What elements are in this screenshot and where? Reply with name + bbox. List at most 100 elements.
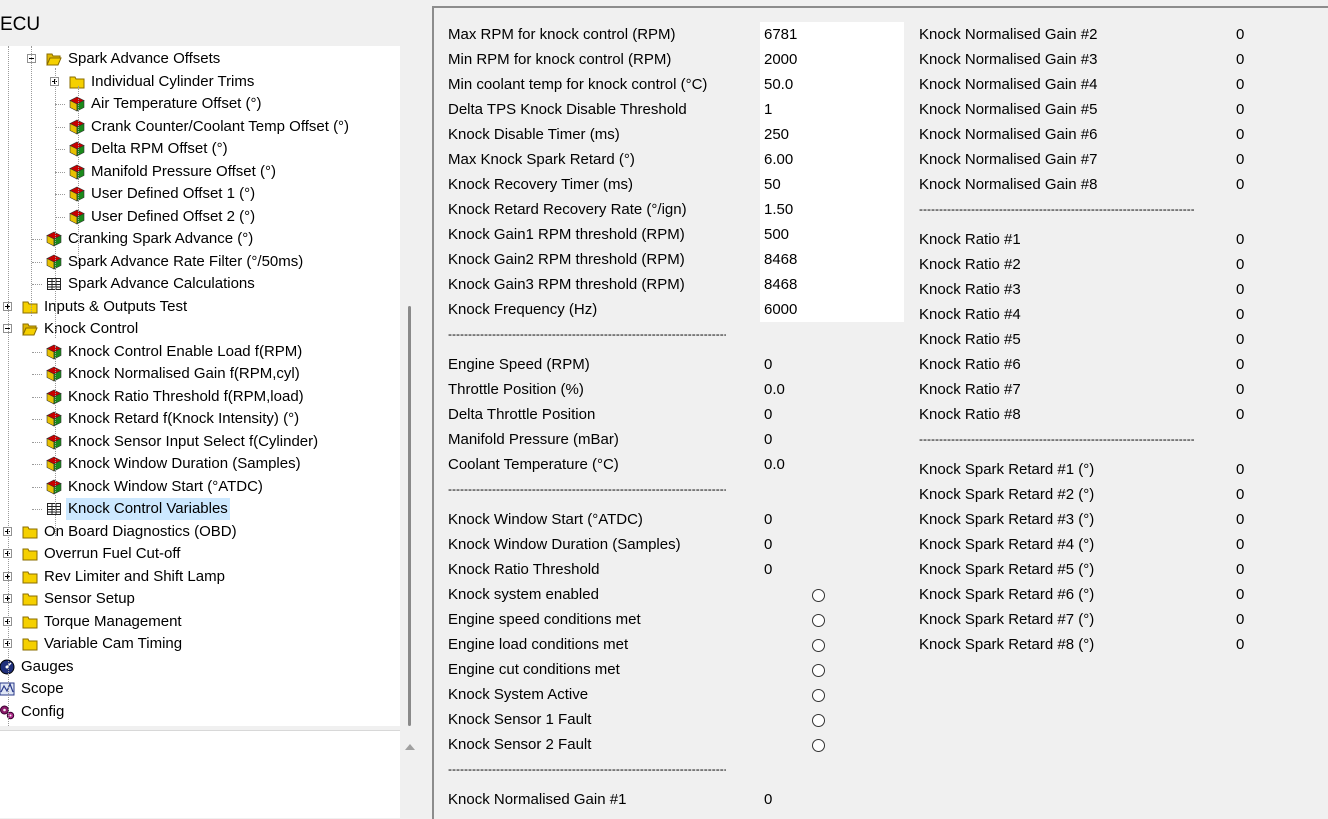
lower-scrollbar[interactable] [400,730,420,817]
variable-label: Manifold Pressure (mBar) [448,431,619,448]
tree-item-label: Knock Sensor Input Select f(Cylinder) [68,432,319,450]
cube-icon [69,119,85,135]
variable-value: 0 [1236,151,1245,168]
setting-value-field[interactable]: 6.00 [764,147,793,172]
scrollbar-thumb[interactable] [408,306,411,726]
variable-label: Knock Recovery Timer (ms) [448,176,634,193]
cube-icon [69,141,85,157]
tree-connector [32,351,42,353]
tree-connector [32,284,42,285]
variable-value: 0 [1236,586,1245,603]
tree-root-label: ECU [0,14,41,35]
setting-value-field[interactable]: 8468 [764,272,797,297]
tree-guide-line [78,86,79,266]
tree-item-label: Delta RPM Offset (°) [91,140,228,157]
variable-label: Max RPM for knock control (RPM) [448,26,676,43]
tree-connector [32,419,42,420]
tree-item-label: Config [21,702,65,720]
tree-item-label: Knock Control Variables [66,498,230,520]
cube-icon [46,366,62,382]
variable-value: 0 [1236,101,1245,118]
tree-item-label: Inputs & Outputs Test [44,297,188,315]
ecu-tree[interactable]: Spark Advance Offsets Individual Cylinder… [0,46,400,726]
status-indicator-radio [812,739,825,752]
tree-item-label: Cranking Spark Advance (°) [68,230,254,247]
tree-item-label: Sensor Setup [44,590,135,607]
setting-value-field[interactable]: 6000 [764,297,797,322]
variable-value: 0 [1236,561,1245,578]
variable-label: Knock Spark Retard #3 (°) [919,511,1095,528]
folder-open-icon [22,321,38,337]
setting-value-field[interactable]: 250 [764,122,789,147]
variable-label: Min coolant temp for knock control (°C) [448,76,708,93]
lower-panel [0,730,400,818]
setting-value-field[interactable]: 8468 [764,247,797,272]
variable-label: Knock Disable Timer (ms) [448,126,620,143]
variable-label: Knock Normalised Gain #8 [919,176,1098,193]
tree-item-label: Rev Limiter and Shift Lamp [44,567,225,585]
variable-label: Knock Gain1 RPM threshold (RPM) [448,226,685,243]
tree-item-label: Scope [21,680,64,697]
tree-guide-line [55,346,56,536]
variable-value: 0 [1236,511,1245,528]
variable-value: 0 [764,431,773,448]
knock-control-variables-panel: Max RPM for knock control (RPM) 6781 Min R… [432,6,1328,819]
variable-value: 0 [764,561,773,578]
variable-label: Coolant Temperature (°C) [448,456,619,473]
setting-value-field[interactable]: 1 [764,97,772,122]
status-indicator-radio [812,639,825,652]
variable-label: Knock Ratio #3 [919,281,1021,298]
table-icon [46,276,62,292]
tree-item-label: Knock Control Enable Load f(RPM) [68,342,303,360]
variable-value: 0 [1236,356,1245,373]
variable-label: Engine speed conditions met [448,611,641,628]
variable-value: 0 [1236,76,1245,93]
variable-value: 0 [1236,536,1245,553]
variable-label: Knock Normalised Gain #3 [919,51,1098,68]
tree-connector [32,441,42,443]
variable-value: 0 [764,356,773,373]
setting-value-field[interactable]: 50 [764,172,781,197]
variable-label: Knock Retard Recovery Rate (°/ign) [448,201,687,218]
folder-icon [22,524,38,540]
tree-connector [55,216,65,218]
status-indicator-radio [812,664,825,677]
tree-item-label: Variable Cam Timing [44,635,183,652]
tree-item-label: Spark Advance Offsets [68,50,221,67]
tree-scrollbar[interactable] [400,46,420,726]
pane-splitter[interactable] [420,0,432,817]
setting-value-field[interactable]: 6781 [764,22,797,47]
tree-connector [55,126,65,128]
folder-icon [22,636,38,652]
navigation-pane: ECU Spark Advance Offsets Individual Cyli… [0,0,420,818]
setting-value-field[interactable]: 500 [764,222,789,247]
variable-label: Knock Ratio #7 [919,381,1021,398]
setting-value-field[interactable]: 1.50 [764,197,793,222]
tree-item-label: Manifold Pressure Offset (°) [91,162,276,180]
cube-icon [46,254,62,270]
tree-guide-line [31,46,32,316]
variable-label: Knock Spark Retard #8 (°) [919,636,1095,653]
folder-icon [22,546,38,562]
setting-value-field[interactable]: 2000 [764,47,797,72]
tree-item-label: Torque Management [44,612,182,630]
variable-label: Knock system enabled [448,586,599,603]
variable-label: Engine Speed (RPM) [448,356,590,373]
variable-value: 0 [1236,461,1245,478]
tree-item-label: Overrun Fuel Cut-off [44,545,181,562]
variable-value: 0 [1236,406,1245,423]
variable-value: 0 [1236,26,1245,43]
variable-label: Knock Frequency (Hz) [448,301,598,318]
scroll-up-icon[interactable] [405,744,415,750]
variable-label: Knock Spark Retard #2 (°) [919,486,1095,503]
variable-label: Knock Sensor 2 Fault [448,736,592,753]
variable-value: 0 [764,791,773,808]
variable-value: 0 [1236,231,1245,248]
variable-label: Knock Sensor 1 Fault [448,711,592,728]
folder-icon [22,614,38,630]
status-indicator-radio [812,589,825,602]
tree-item-label: Air Temperature Offset (°) [91,95,262,112]
setting-value-field[interactable]: 50.0 [764,72,793,97]
table-icon [46,501,62,517]
tree-item-label: Spark Advance Calculations [68,275,255,292]
